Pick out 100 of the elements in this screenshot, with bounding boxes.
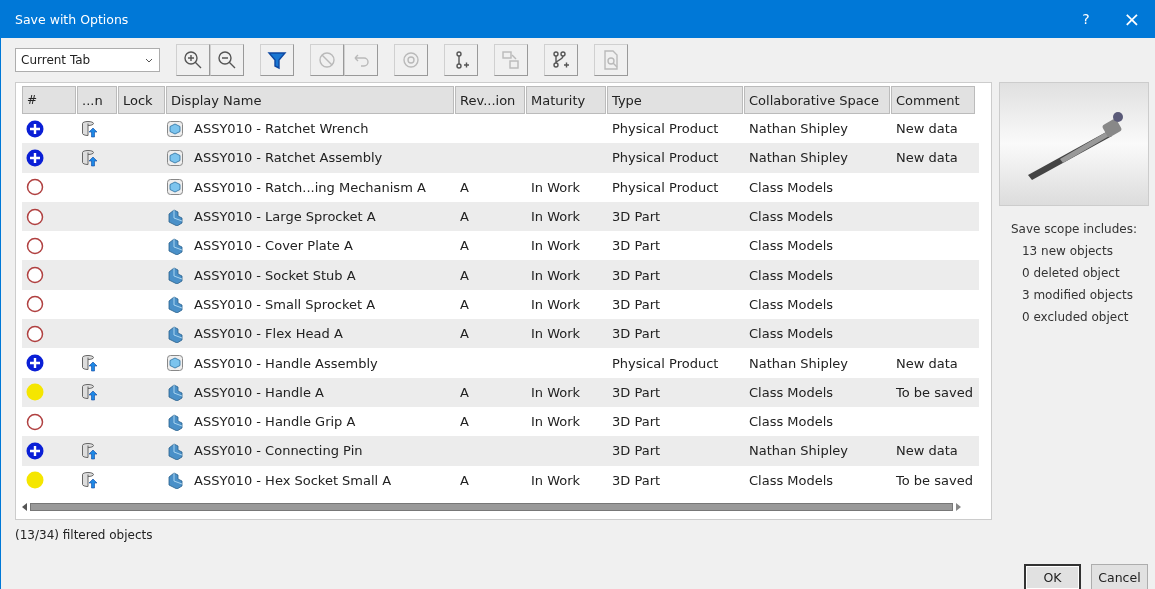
table-cell: Class Models (749, 326, 834, 342)
table-cell: In Work (531, 326, 581, 342)
table-cell: Nathan Shipley (749, 121, 849, 137)
scroll-right-icon[interactable] (955, 503, 961, 511)
table-cell: In Work (531, 238, 581, 254)
table-cell: Class Models (749, 179, 834, 195)
column-header[interactable]: Comment (891, 86, 975, 114)
column-header[interactable]: Lock (118, 86, 165, 114)
table-cell: 3D Part (612, 296, 661, 312)
scrollbar-thumb[interactable] (30, 503, 953, 511)
table-row[interactable]: ASSY010 - Large Sprocket A A In Work 3D Part Class Models (22, 201, 979, 232)
table-row[interactable]: ASSY010 - Connecting Pin 3D Part Nathan Shipley New data (22, 436, 979, 466)
table-cell: Nathan Shipley (749, 443, 849, 459)
table-cell: In Work (531, 472, 581, 488)
summary-line: 13 new objects (1020, 243, 1114, 260)
table-cell: Class Models (749, 414, 834, 430)
table-cell: Nathan Shipley (749, 150, 849, 166)
table-cell: Physical Product (612, 355, 719, 371)
column-header[interactable]: Display Name (166, 86, 454, 114)
table-cell: In Work (531, 296, 581, 312)
table-row[interactable]: ASSY010 - Flex Head A A In Work 3D Part Class Models (22, 319, 979, 349)
display-name: ASSY010 - Socket Stub A (194, 267, 356, 283)
display-name: ASSY010 - Large Sprocket A (194, 209, 376, 225)
zoom-in-icon (182, 49, 204, 71)
column-header[interactable]: Collaborative Space (744, 86, 890, 114)
zoom-out-button[interactable] (210, 44, 244, 76)
table-row[interactable]: ASSY010 - Cover Plate A A In Work 3D Part Class Models (22, 231, 979, 261)
table-cell: A (460, 209, 469, 225)
table-cell: 3D Part (612, 267, 661, 283)
table-cell: To be saved (896, 384, 973, 400)
table-cell: In Work (531, 267, 581, 283)
ok-button[interactable]: OK (1024, 564, 1081, 589)
table-cell: New data (896, 355, 958, 371)
table-row[interactable]: ASSY010 - Handle A A In Work 3D Part Class Models To be saved (22, 377, 979, 407)
table-cell: Class Models (749, 472, 834, 488)
replace-icon (500, 49, 522, 71)
table-cell: 3D Part (612, 238, 661, 254)
table-row[interactable]: ASSY010 - Ratchet Assembly Physical Product Nathan Shipley New data (22, 143, 979, 173)
tree-add-icon (550, 49, 572, 71)
table-cell: In Work (531, 179, 581, 195)
table-row[interactable]: ASSY010 - Ratch...ing Mechanism A A In Work Physical Product Class Models (22, 172, 979, 202)
filter-status: (13/34) filtered objects (15, 528, 153, 544)
table-cell: Class Models (749, 209, 834, 225)
display-name: ASSY010 - Cover Plate A (194, 238, 353, 254)
scope-dropdown[interactable]: Current Tab (15, 48, 160, 72)
display-name: ASSY010 - Small Sprocket A (194, 296, 376, 312)
cancel-button[interactable]: Cancel (1091, 564, 1148, 589)
scroll-left-icon[interactable] (22, 503, 28, 511)
table-cell: Nathan Shipley (749, 355, 849, 371)
table-cell: A (460, 326, 469, 342)
filter-icon (266, 49, 288, 71)
table-cell: A (460, 238, 469, 254)
column-header[interactable]: # (22, 86, 76, 114)
tree-add-button[interactable] (544, 44, 578, 76)
column-header[interactable]: Rev...ion (455, 86, 525, 114)
summary-line: 0 deleted object (1020, 265, 1121, 282)
column-header[interactable]: Maturity (526, 86, 606, 114)
cancel-icon (316, 49, 338, 71)
table-cell: A (460, 267, 469, 283)
table-cell: New data (896, 150, 958, 166)
table-row[interactable]: ASSY010 - Socket Stub A A In Work 3D Part Class Models (22, 260, 979, 290)
caret-icon (145, 57, 153, 63)
zoom-out-icon (216, 49, 238, 71)
table-cell: 3D Part (612, 443, 661, 459)
display-name: ASSY010 - Flex Head A (194, 326, 343, 342)
window-title: Save with Options (15, 11, 130, 27)
table-cell: Physical Product (612, 150, 719, 166)
filter-button[interactable] (260, 44, 294, 76)
table-cell: Class Models (749, 384, 834, 400)
table-cell: A (460, 296, 469, 312)
summary-line: 3 modified objects (1020, 287, 1134, 304)
table-cell: 3D Part (612, 384, 661, 400)
branch-add-button[interactable] (444, 44, 478, 76)
table-cell: A (460, 179, 469, 195)
table-cell: Physical Product (612, 179, 719, 195)
column-header[interactable]: Type (607, 86, 743, 114)
help-button[interactable]: ? (1063, 11, 1109, 27)
display-name: ASSY010 - Handle Grip A (194, 414, 356, 430)
close-button[interactable]: × (1109, 7, 1155, 31)
table-cell: New data (896, 121, 958, 137)
table-row[interactable]: ASSY010 - Handle Assembly Physical Product Nathan Shipley New data (22, 348, 979, 378)
zoom-in-button[interactable] (176, 44, 210, 76)
table-cell: Class Models (749, 296, 834, 312)
table-cell: To be saved (896, 472, 973, 488)
table-cell: In Work (531, 414, 581, 430)
column-header[interactable]: ...n (77, 86, 117, 114)
table-cell: 3D Part (612, 414, 661, 430)
table-row[interactable]: ASSY010 - Handle Grip A A In Work 3D Part Class Models (22, 406, 979, 437)
table-row[interactable]: ASSY010 - Hex Socket Small A A In Work 3D Part Class Models To be saved (22, 465, 979, 495)
display-name: ASSY010 - Handle A (194, 384, 324, 400)
table-cell: In Work (531, 209, 581, 225)
table-cell: Class Models (749, 267, 834, 283)
table-row[interactable]: ASSY010 - Small Sprocket A A In Work 3D Part Class Models (22, 289, 979, 320)
display-name: ASSY010 - Handle Assembly (194, 355, 378, 371)
table-row[interactable]: ASSY010 - Ratchet Wrench Physical Product Nathan Shipley New data (22, 114, 979, 144)
table-cell: A (460, 414, 469, 430)
table-cell: In Work (531, 384, 581, 400)
table-cell: 3D Part (612, 326, 661, 342)
display-name: ASSY010 - Hex Socket Small A (194, 472, 392, 488)
table-cell: Physical Product (612, 121, 719, 137)
